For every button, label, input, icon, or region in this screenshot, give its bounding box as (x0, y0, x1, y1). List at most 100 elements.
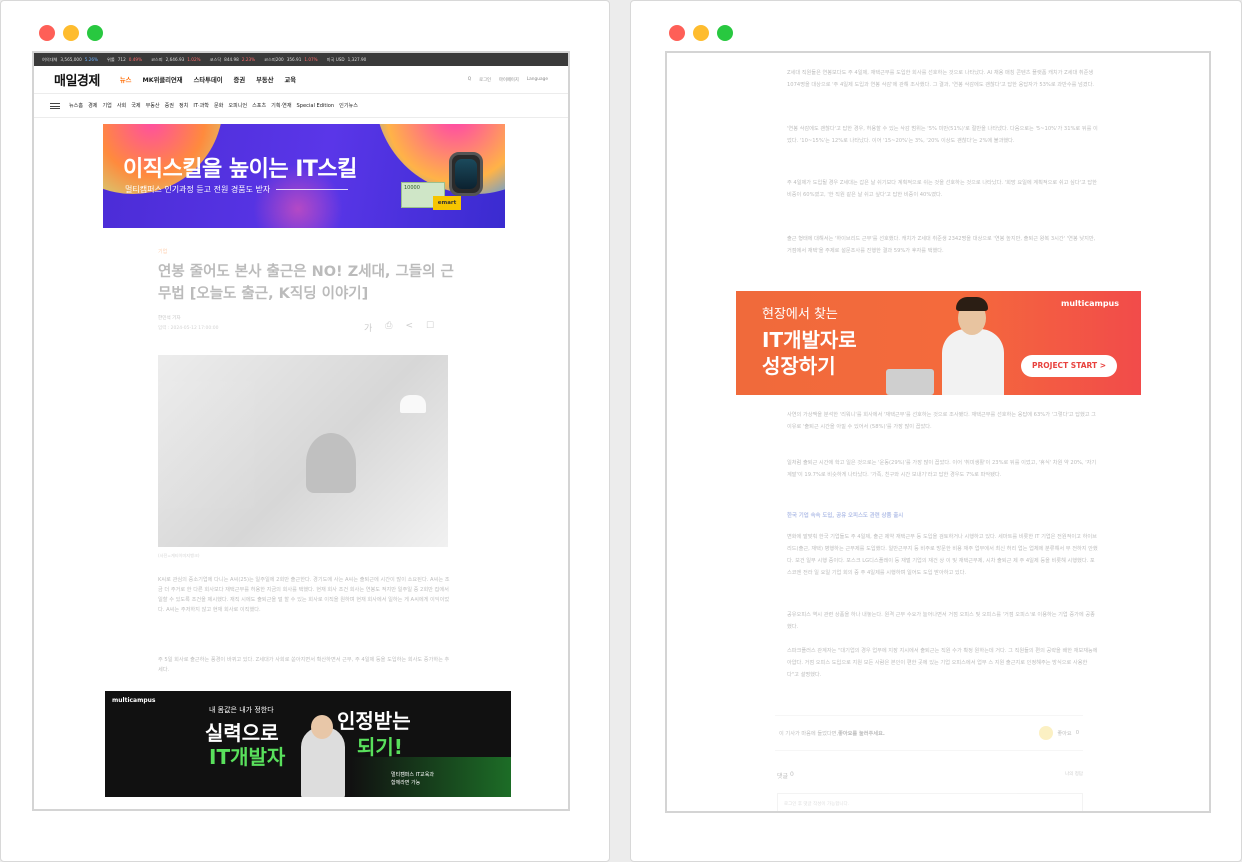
ad-headline-2: 인정받는 (337, 709, 411, 733)
topnav-item-stocks[interactable]: 증권 (234, 75, 246, 84)
search-icon[interactable]: Q (468, 77, 471, 82)
topnav-item-realestate[interactable]: 부동산 (256, 75, 273, 84)
ticker-item[interactable]: 위룰 712 0.49% (107, 57, 145, 63)
section-nav-item[interactable]: 사회 (117, 102, 126, 109)
ad-note: 멀티캠퍼스 IT교육과 함께라면 가능 (391, 771, 434, 787)
ticker-change: 1.07% (304, 56, 318, 62)
font-size-icon[interactable]: 가 (364, 321, 372, 334)
section-nav-item[interactable]: 기업 (102, 102, 111, 109)
ticker-change: 5.26% (84, 56, 99, 62)
ticker-name: 여의대체 (42, 56, 58, 62)
minimize-dot-icon[interactable] (693, 25, 709, 41)
person-shape (306, 433, 356, 493)
comments-sort[interactable]: 나의 정답 (1065, 771, 1083, 780)
article-paragraph: 변화에 발맞춰 한국 기업들도 주 4일제, 출근 제약 재택근무 등 도입을 … (787, 534, 1098, 576)
divider (276, 189, 349, 190)
section-nav-item[interactable]: 기획·연재 (271, 102, 291, 109)
section-nav-item[interactable]: 오피니언 (228, 102, 247, 109)
model-figure (942, 329, 1004, 395)
ad-title: 이직스킬을 높이는 IT스킬 (123, 157, 357, 182)
ticker-item[interactable]: 코스닥 844.98 2.23% (210, 57, 259, 63)
close-dot-icon[interactable] (39, 25, 55, 41)
ticker-name: 미국 USD (326, 56, 345, 62)
ticker-item[interactable]: 코스피 2,646.93 1.02% (151, 57, 204, 63)
project-start-button[interactable]: PROJECT START > (1021, 355, 1117, 377)
topnav-item-education[interactable]: 교육 (285, 75, 297, 84)
ad-headline-3: IT개발자 (209, 745, 286, 769)
browser-window-left: 여의대체 3,565,000 5.26% 위룰 712 0.49% 코스피 2,646.93 1… (0, 0, 610, 862)
topnav-item-news[interactable]: 뉴스 (120, 75, 132, 84)
article-kicker[interactable]: 기업 (158, 248, 167, 255)
ad-banner-multicampus-orange[interactable]: 현장에서 찾는 IT개발자로 성장하기 multicampus PROJECT … (736, 291, 1141, 395)
section-nav-item[interactable]: 경제 (88, 102, 97, 109)
section-nav-item[interactable]: 정치 (179, 102, 188, 109)
article-subheading: 한국 기업 속속 도입, 공유 오피스도 관련 상품 출시 (787, 513, 904, 519)
menu-icon[interactable] (50, 102, 60, 109)
ad-brand: multicampus (1061, 299, 1119, 308)
topnav-item-weekly[interactable]: MK위클리연재 (142, 75, 182, 84)
site-header: 매일경제 뉴스 MK위클리연재 스타투데이 증권 부동산 교육 Q 로그인 마이… (34, 66, 568, 94)
article-paragraph: 스파크플러스 관계자는 "대기업의 경우 업무에 지장 지시에서 출퇴근는 직원… (787, 648, 1098, 678)
section-nav-item[interactable]: 증권 (165, 102, 174, 109)
ad-tagline: 내 몸값은 내가 정한다 (209, 706, 274, 714)
language-select[interactable]: Language (527, 77, 548, 82)
ticker-item[interactable]: 여의대체 3,565,000 5.26% (42, 57, 101, 63)
maximize-dot-icon[interactable] (87, 25, 103, 41)
section-nav: 뉴스홈 경제 기업 사회 국제 부동산 증권 정치 IT·과학 문화 오피니언 스포츠 기획·연재 Spe… (34, 94, 568, 118)
emart-badge: emart (433, 196, 461, 210)
ticker-value: 3,565,000 (60, 56, 82, 62)
article-paragraph: 주 4일제가 도입될 경우 Z세대는 갑은 날 쉬기보다 계획적으로 쉬는 것을… (787, 180, 1097, 198)
close-dot-icon[interactable] (669, 25, 685, 41)
header-tools: Q 로그인 마이페이지 Language (468, 77, 548, 83)
ad-banner-itskill[interactable]: 이직스킬을 높이는 IT스킬 멀티캠퍼스 인기과정 듣고 전원 경품도 받자 1… (103, 124, 505, 228)
ticker-value: 844.98 (224, 56, 239, 62)
like-prompt: 이 기사가 마음에 들었다면, (779, 730, 839, 737)
site-logo[interactable]: 매일경제 (54, 70, 100, 89)
section-nav-item[interactable]: 뉴스홈 (69, 102, 83, 109)
comments-label: 댓글 (777, 773, 789, 780)
ticker-name: 코스피200 (264, 56, 284, 62)
ticker-name: 코스닥 (209, 56, 222, 62)
page-viewport-left: 여의대체 3,565,000 5.26% 위룰 712 0.49% 코스피 2,646.93 1… (32, 51, 570, 811)
section-nav-item[interactable]: 스포츠 (252, 102, 266, 109)
minimize-dot-icon[interactable] (63, 25, 79, 41)
ticker-item[interactable]: 미국 USD 1,327.90 (327, 57, 373, 63)
like-count: 0 (1075, 730, 1079, 736)
section-nav-item[interactable]: Special Edition (297, 103, 335, 109)
window-controls (39, 25, 103, 41)
article-paragraph: 공유오피스 역시 관련 상품을 하나 내놓는다. 원격 근무 수요가 늘어나면서… (787, 612, 1095, 630)
article-date: 입력 : 2024-05-12 17:00:00 (158, 326, 219, 331)
article-paragraph: '연봉 삭감에도 괜찮다'고 답한 경우, 허용할 수 있는 삭감 범위는 '5… (787, 126, 1098, 144)
section-nav-item[interactable]: 인기뉴스 (339, 102, 358, 109)
article-title: 연봉 줄어도 본사 출근은 NO! Z세대, 그들의 근무법 [오늘도 출근, … (158, 264, 454, 302)
section-nav-item[interactable]: IT·과학 (193, 102, 209, 109)
watch-face (455, 159, 477, 189)
section-nav-item[interactable]: 국제 (131, 102, 140, 109)
article-paragraph: 출근 형태에 대해서는 '하이브리드 근무'를 선호했다. 캐치가 Z세대 취준… (787, 236, 1096, 254)
article-byline[interactable]: 한민석 기자 (158, 315, 181, 321)
maximize-dot-icon[interactable] (717, 25, 733, 41)
section-nav-item[interactable]: 문화 (214, 102, 223, 109)
mypage-link[interactable]: 마이페이지 (499, 77, 519, 83)
ticker-name: 위룰 (107, 56, 115, 62)
bookmark-icon[interactable]: ☐ (426, 321, 434, 334)
ad-line-3: 성장하기 (762, 354, 836, 378)
ad-headline-4: 되기! (357, 735, 403, 759)
smiley-icon (1039, 726, 1054, 740)
ad-note-line: 함께라면 가능 (391, 780, 421, 786)
like-button[interactable]: 좋아요 0 (1039, 726, 1079, 740)
section-nav-item[interactable]: 부동산 (146, 102, 160, 109)
print-icon[interactable]: ⎙ (385, 321, 392, 334)
article-tools: 가 ⎙ < ☐ (364, 321, 434, 334)
topnav-item-startoday[interactable]: 스타투데이 (194, 75, 223, 84)
ad-brand: multicampus (112, 697, 156, 704)
comment-input[interactable]: 로그인 후 댓글 작성이 가능합니다. (777, 793, 1083, 811)
ticker-item[interactable]: 코스피200 356.91 1.07% (264, 57, 321, 63)
ad-banner-multicampus-dark[interactable]: multicampus 내 몸값은 내가 정한다 실력으로 인정받는 IT개발자… (105, 691, 511, 797)
login-link[interactable]: 로그인 (479, 77, 491, 83)
page-viewport-right: Z세대 직원들은 연봉보다도 주 4일제, 재택근무를 도입한 회사를 선호하는… (665, 51, 1211, 813)
article-paragraph: K씨로 관심의 중소기업에 다니는 A씨(25)는 일주일에 2회만 출근한다.… (158, 577, 450, 613)
article-paragraph: 일처럼 출퇴근 시간에 학고 일은 것으로는 '운동(29%)'를 가장 많이 … (787, 460, 1097, 478)
article-photo (158, 355, 448, 547)
share-icon[interactable]: < (405, 321, 413, 334)
